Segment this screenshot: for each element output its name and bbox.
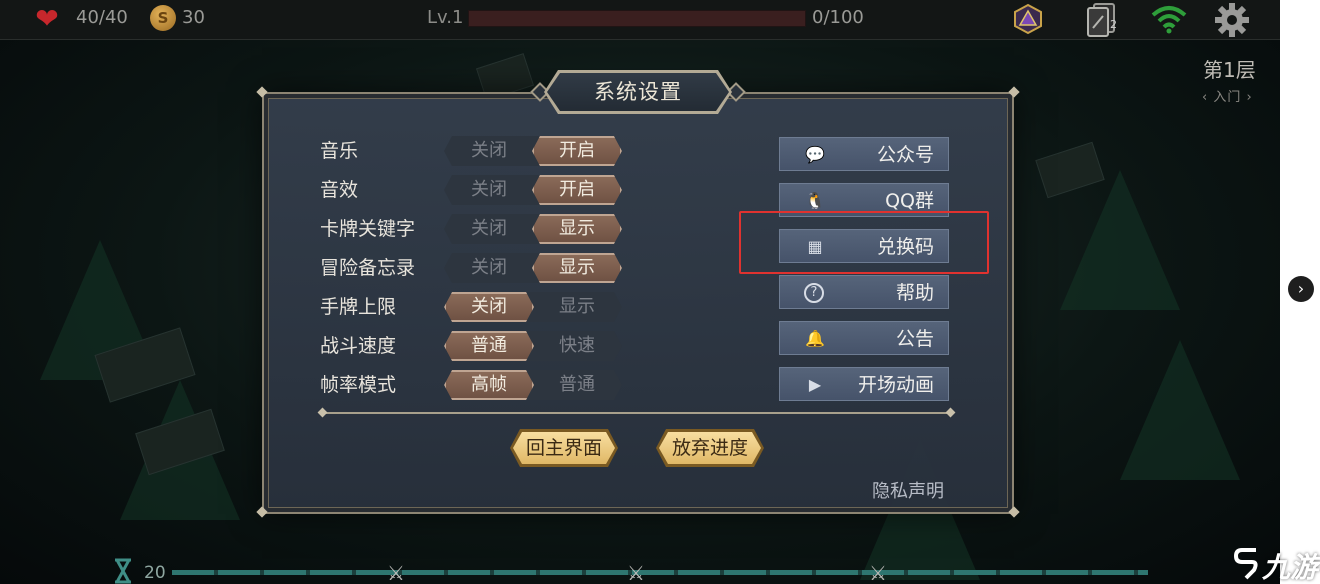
toggle-option-left[interactable]: 高帧 (444, 370, 534, 400)
toggle-option-left[interactable]: 关闭 (444, 292, 534, 322)
watermark-text: 九游 (1262, 551, 1319, 584)
help-icon: ? (804, 283, 824, 303)
side-button-wechat[interactable]: 💬 公众号 (779, 137, 949, 171)
side-button-label: 帮助 (895, 282, 934, 304)
gold-value: 30 (182, 7, 205, 28)
side-button-label: 开场动画 (857, 374, 934, 396)
toggle-option-right[interactable]: 开启 (532, 175, 622, 205)
toggle-option-right[interactable]: 显示 (532, 292, 622, 322)
setting-label: 音效 (320, 179, 359, 201)
toggle-option-right[interactable]: 显示 (532, 253, 622, 283)
side-button-label: 公告 (895, 328, 934, 350)
floor-title: 第1层 (1203, 58, 1256, 82)
toggle-option-right[interactable]: 快速 (532, 331, 622, 361)
next-arrow-icon[interactable]: › (1288, 276, 1314, 302)
dialog-title: 系统设置 (594, 80, 682, 104)
wifi-icon (1151, 6, 1187, 34)
crossed-axes-icon: ⚔ (627, 561, 645, 584)
xp-value: 0/100 (812, 7, 864, 28)
abandon-progress-button[interactable]: 放弃进度 (656, 429, 764, 467)
setting-label: 音乐 (320, 140, 359, 162)
progress-track (172, 570, 1148, 575)
setting-toggle: 普通 快速 (444, 331, 622, 361)
level-label: Lv.1 (427, 7, 464, 28)
pine-tree (1120, 340, 1240, 480)
main-menu-button-label: 回主界面 (525, 437, 602, 459)
hourglass-icon (115, 558, 131, 584)
setting-toggle: 关闭 显示 (444, 292, 622, 322)
main-menu-button[interactable]: 回主界面 (510, 429, 618, 467)
toggle-option-left[interactable]: 关闭 (444, 175, 534, 205)
setting-label: 战斗速度 (320, 335, 397, 357)
toggle-option-right[interactable]: 显示 (532, 214, 622, 244)
xp-bar (468, 10, 806, 27)
setting-toggle: 关闭 开启 (444, 175, 622, 205)
toggle-option-left[interactable]: 关闭 (444, 136, 534, 166)
dialog-divider (322, 412, 952, 414)
crossed-swords-icon: ⚔ (387, 561, 405, 584)
setting-toggle: 关闭 开启 (444, 136, 622, 166)
gold-coin-icon: S (150, 5, 176, 31)
side-button-video[interactable]: ▶ 开场动画 (779, 367, 949, 401)
toggle-option-right[interactable]: 普通 (532, 370, 622, 400)
setting-label: 卡牌关键字 (320, 218, 416, 240)
heart-icon: ❤ (35, 2, 59, 35)
bell-icon: 🔔 (805, 329, 825, 348)
side-button-label: 公众号 (876, 144, 934, 166)
abandon-progress-button-label: 放弃进度 (671, 437, 748, 459)
setting-toggle: 关闭 显示 (444, 253, 622, 283)
pine-tree (1060, 170, 1180, 310)
redeem-code-highlight (739, 211, 989, 274)
setting-label: 帧率模式 (320, 374, 397, 396)
toggle-option-left[interactable]: 普通 (444, 331, 534, 361)
deck-count: 2 (1110, 18, 1117, 31)
setting-toggle: 高帧 普通 (444, 370, 622, 400)
wechat-icon: 💬 (805, 145, 825, 164)
side-button-help[interactable]: ? 帮助 (779, 275, 949, 309)
toggle-option-left[interactable]: 关闭 (444, 253, 534, 283)
side-button-bell[interactable]: 🔔 公告 (779, 321, 949, 355)
toggle-option-left[interactable]: 关闭 (444, 214, 534, 244)
qq-icon: 🐧 (805, 191, 825, 210)
setting-label: 冒险备忘录 (320, 257, 416, 279)
privacy-policy-link[interactable]: 隐私声明 (872, 477, 944, 503)
jiuyou-logo-icon (1233, 548, 1258, 580)
toggle-option-right[interactable]: 开启 (532, 136, 622, 166)
turn-counter: 20 (144, 563, 166, 583)
dice-icon[interactable] (1012, 3, 1044, 35)
video-icon: ▶ (808, 375, 822, 394)
crossed-swords-icon: ⚔ (869, 561, 887, 584)
setting-label: 手牌上限 (320, 296, 397, 318)
setting-toggle: 关闭 显示 (444, 214, 622, 244)
hp-value: 40/40 (76, 7, 128, 28)
floor-subtitle: ‹ 入门 › (1202, 90, 1253, 105)
settings-gear-icon[interactable] (1214, 2, 1250, 38)
